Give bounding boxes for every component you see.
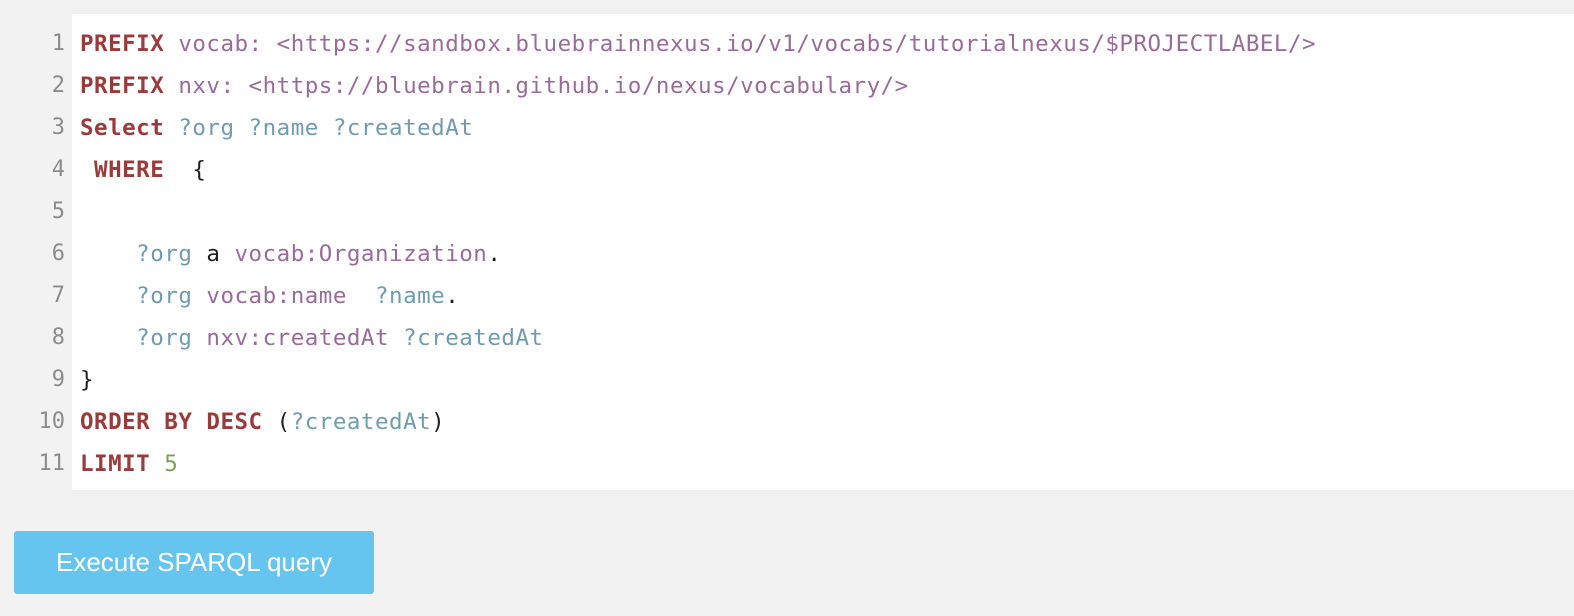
code-line: Select ?org ?name ?createdAt	[80, 107, 1574, 149]
code-token: vocab:name	[206, 283, 347, 309]
line-number: 10	[38, 409, 66, 434]
code-token: }	[80, 367, 95, 393]
code-token: ?org	[80, 283, 193, 309]
code-token: ?org	[80, 241, 193, 267]
code-line: ORDER BY DESC (?createdAt)	[80, 401, 1574, 443]
code-token: ?name	[374, 283, 446, 309]
code-token: LIMIT	[80, 451, 151, 477]
line-number: 7	[51, 283, 65, 308]
code-token: ORDER BY DESC	[80, 409, 263, 435]
code-token: ?org	[80, 325, 193, 351]
line-number: 11	[38, 451, 66, 476]
code-token: a	[192, 241, 235, 267]
code-token: WHERE	[80, 157, 165, 183]
sparql-query-editor[interactable]: 1 2 3 4 5 6 7 8 9 10 11 PREFIX vocab: <https://san…	[14, 14, 1574, 490]
line-number: 8	[51, 325, 65, 350]
code-token: ?org ?name ?createdAt	[164, 115, 474, 141]
code-line: LIMIT 5	[80, 443, 1574, 485]
line-number: 9	[51, 367, 65, 392]
code-token: vocab: <https://sandbox.bluebrainnexus.i…	[164, 31, 1317, 57]
code-token: ?createdAt	[290, 409, 432, 435]
code-token: {	[164, 157, 207, 183]
code-token: nxv:createdAt	[206, 325, 390, 351]
line-number: 2	[51, 73, 65, 98]
code-token: PREFIX	[80, 73, 165, 99]
code-line: }	[80, 359, 1574, 401]
line-number: 6	[51, 241, 65, 266]
code-token: vocab:Organization	[234, 241, 488, 267]
code-line: ?org a vocab:Organization.	[80, 233, 1574, 275]
code-line: PREFIX nxv: <https://bluebrain.github.io…	[80, 65, 1574, 107]
code-token: 5	[164, 451, 179, 477]
code-area[interactable]: PREFIX vocab: <https://sandbox.bluebrain…	[72, 14, 1574, 490]
code-line: ?org vocab:name ?name.	[80, 275, 1574, 317]
code-token: .	[487, 241, 502, 267]
execute-sparql-query-button[interactable]: Execute SPARQL query	[14, 531, 374, 594]
code-token: ?createdAt	[403, 325, 544, 351]
line-number: 1	[51, 31, 65, 56]
code-line: ?org nxv:createdAt ?createdAt	[80, 317, 1574, 359]
line-number: 4	[51, 157, 65, 182]
line-number: 5	[51, 199, 65, 224]
code-line: PREFIX vocab: <https://sandbox.bluebrain…	[80, 23, 1574, 65]
code-token: (	[262, 409, 291, 435]
code-token: )	[431, 409, 446, 435]
code-token: .	[445, 283, 460, 309]
code-token: PREFIX	[80, 31, 165, 57]
line-number: 3	[51, 115, 65, 140]
code-line: WHERE {	[80, 149, 1574, 191]
line-number-gutter: 1 2 3 4 5 6 7 8 9 10 11	[14, 14, 72, 490]
code-token: nxv: <https://bluebrain.github.io/nexus/…	[164, 73, 909, 99]
code-token: Select	[80, 115, 165, 141]
